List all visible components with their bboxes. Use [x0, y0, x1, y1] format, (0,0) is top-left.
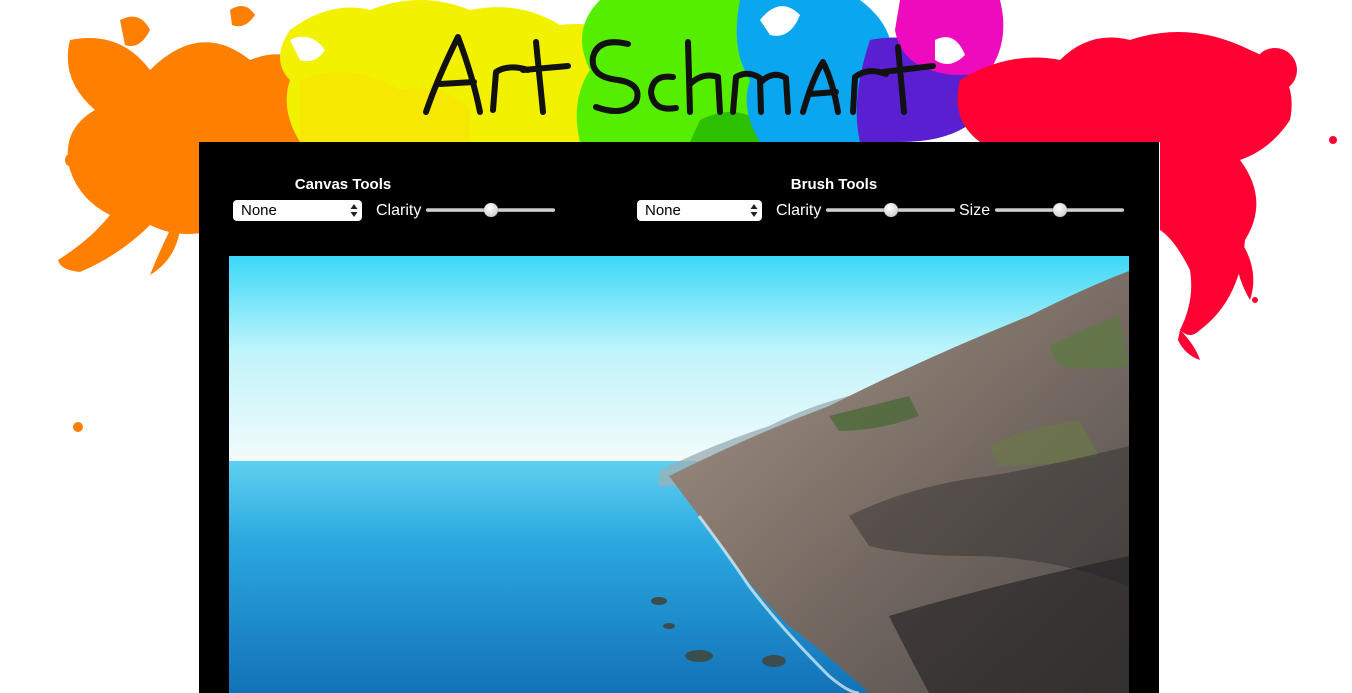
site-title-logo	[423, 34, 936, 115]
brush-mode-select[interactable]: None	[637, 200, 762, 221]
brush-clarity-slider[interactable]	[826, 200, 955, 221]
slider-thumb[interactable]	[483, 203, 498, 217]
canvas-mode-select[interactable]: None	[233, 200, 362, 221]
page: Art Schmart Canvas Tools None Clarity Br…	[0, 0, 1352, 693]
canvas-mode-selected-value: None	[241, 202, 277, 219]
brush-tools-title: Brush Tools	[790, 176, 878, 193]
canvas-tools-title: Canvas Tools	[294, 176, 392, 193]
brush-mode-selected-value: None	[645, 202, 681, 219]
drawing-canvas[interactable]	[229, 256, 1129, 693]
app-panel: Canvas Tools None Clarity Brush Tools No…	[199, 142, 1159, 693]
select-arrows-icon	[350, 204, 358, 217]
slider-thumb[interactable]	[1052, 203, 1067, 217]
coastline-photo	[229, 256, 1129, 693]
slider-thumb[interactable]	[883, 203, 898, 217]
brush-size-slider[interactable]	[995, 200, 1124, 221]
canvas-clarity-label: Clarity	[376, 202, 422, 219]
brush-clarity-label: Clarity	[776, 202, 822, 219]
select-arrows-icon	[750, 204, 758, 217]
canvas-clarity-slider[interactable]	[426, 200, 555, 221]
brush-size-label: Size	[959, 202, 991, 219]
